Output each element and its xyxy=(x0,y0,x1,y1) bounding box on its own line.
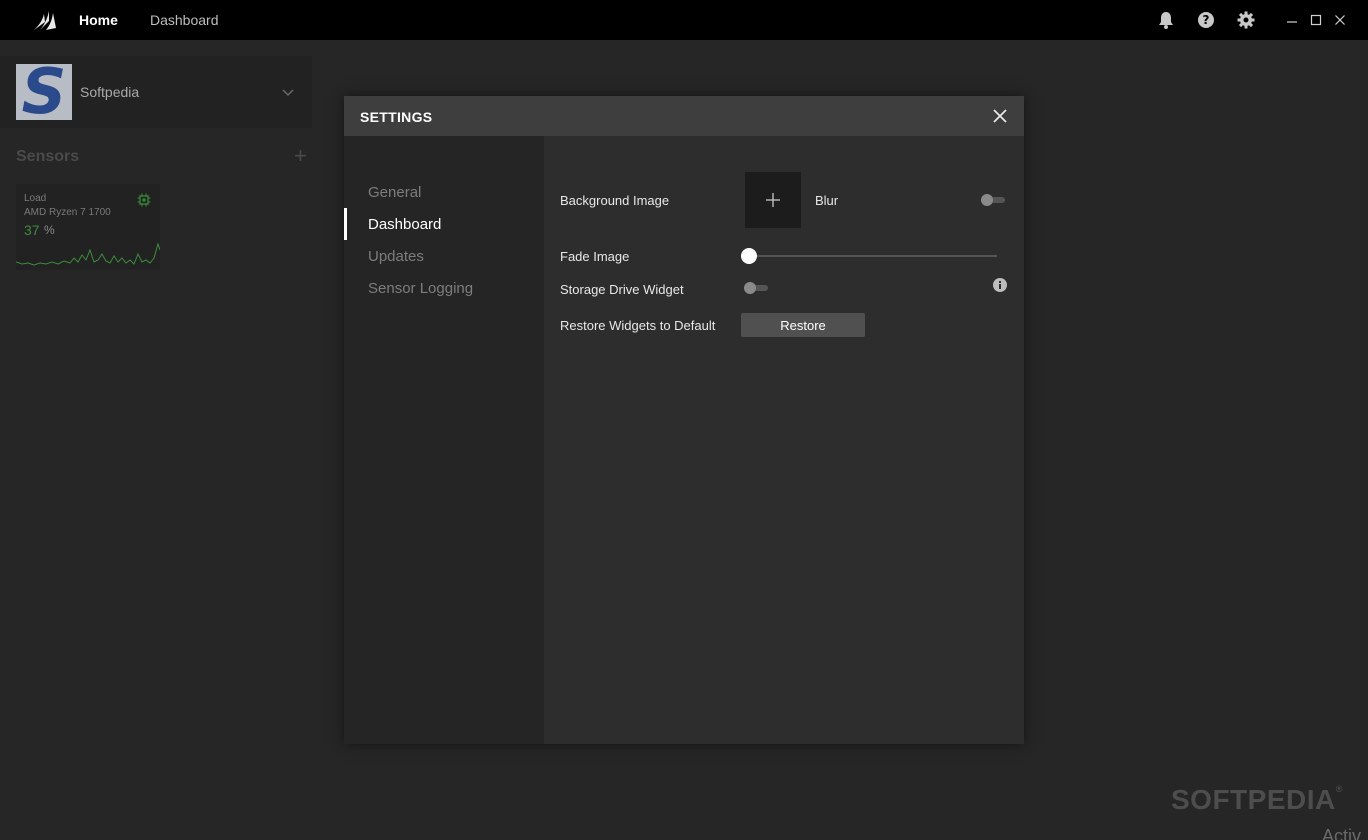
sensor-unit: % xyxy=(44,223,55,237)
softpedia-watermark: SOFTPEDIA® xyxy=(1171,784,1343,815)
settings-tab-dashboard[interactable]: Dashboard xyxy=(368,216,441,233)
info-icon[interactable] xyxy=(992,277,1008,293)
slider-handle[interactable] xyxy=(741,248,757,264)
gear-icon[interactable] xyxy=(1236,10,1256,30)
sensors-heading: Sensors xyxy=(16,148,80,165)
profile-name: Softpedia xyxy=(80,84,140,100)
fade-image-label: Fade Image xyxy=(560,249,630,264)
profile-selector[interactable]: S Softpedia xyxy=(0,56,312,128)
nav-home[interactable]: Home xyxy=(79,12,118,28)
avatar: S xyxy=(16,55,72,128)
storage-drive-widget-toggle[interactable] xyxy=(744,282,768,294)
cpu-chip-icon xyxy=(137,193,151,207)
active-tab-indicator xyxy=(344,208,347,240)
sensor-device: AMD Ryzen 7 1700 xyxy=(24,207,111,218)
close-window-icon[interactable] xyxy=(1332,11,1348,29)
plus-icon xyxy=(766,193,780,207)
nav-dashboard[interactable]: Dashboard xyxy=(150,12,219,28)
fade-image-slider[interactable] xyxy=(741,246,1001,266)
storage-drive-widget-label: Storage Drive Widget xyxy=(560,282,684,297)
activate-windows-overlay: Activ xyxy=(1322,826,1362,840)
add-background-image-button[interactable] xyxy=(745,172,801,228)
blur-label: Blur xyxy=(815,193,839,208)
bell-icon[interactable] xyxy=(1156,10,1176,30)
settings-tab-sensor-logging[interactable]: Sensor Logging xyxy=(368,280,473,297)
background-image-label: Background Image xyxy=(560,193,670,208)
settings-dialog: SETTINGS General Dashboard Updates Senso… xyxy=(344,96,1024,744)
minimize-icon[interactable] xyxy=(1284,11,1300,29)
blur-toggle[interactable] xyxy=(981,194,1005,206)
chevron-down-icon[interactable] xyxy=(280,84,296,100)
sensor-card-cpu-load[interactable]: Load AMD Ryzen 7 1700 37 % xyxy=(16,184,160,270)
settings-header: SETTINGS xyxy=(344,96,1024,136)
settings-nav: General Dashboard Updates Sensor Logging xyxy=(344,136,544,744)
settings-content: Background Image Blur Fade Image Storage… xyxy=(544,136,1024,744)
sensor-label: Load xyxy=(24,193,47,204)
maximize-icon[interactable] xyxy=(1308,11,1324,29)
title-bar: Home Dashboard ? xyxy=(0,0,1368,40)
help-icon[interactable]: ? xyxy=(1196,10,1216,30)
restore-widgets-label: Restore Widgets to Default xyxy=(560,318,716,333)
settings-tab-updates[interactable]: Updates xyxy=(368,248,424,265)
avatar-letter: S xyxy=(21,55,67,128)
close-icon[interactable] xyxy=(990,106,1010,126)
restore-button[interactable]: Restore xyxy=(741,313,865,337)
add-sensor-button[interactable]: + xyxy=(294,145,307,167)
settings-tab-general[interactable]: General xyxy=(368,184,421,201)
corsair-logo-icon[interactable] xyxy=(32,8,58,32)
sensor-sparkline xyxy=(16,242,160,266)
settings-title: SETTINGS xyxy=(360,109,433,125)
svg-text:?: ? xyxy=(1203,13,1210,27)
